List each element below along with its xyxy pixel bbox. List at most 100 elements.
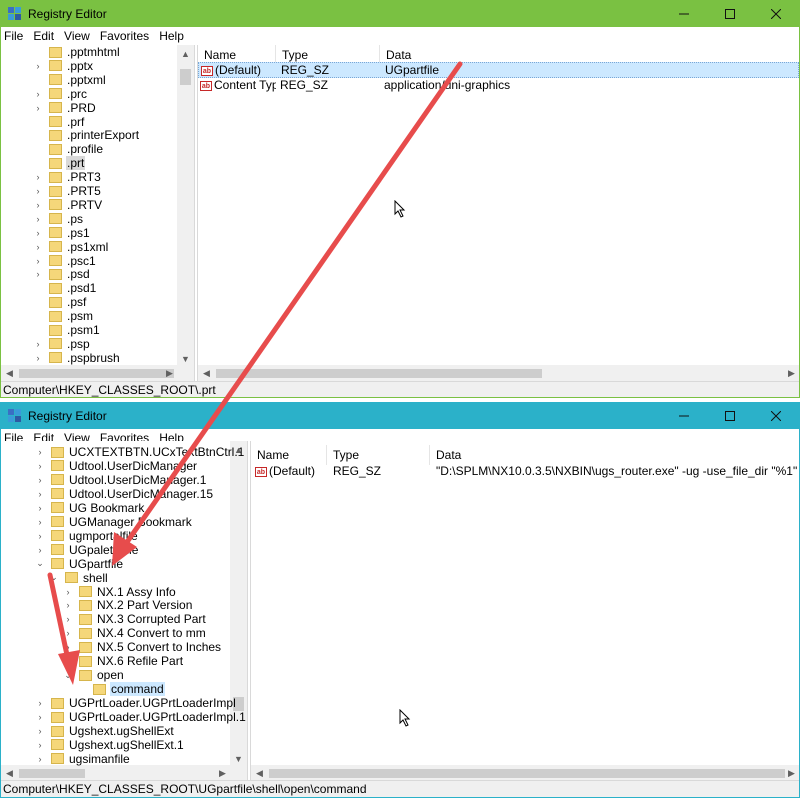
expand-arrow-icon[interactable]: ›	[35, 531, 45, 541]
expand-arrow-icon[interactable]: ›	[33, 103, 43, 113]
scroll-left-arrow[interactable]: ◀	[251, 765, 268, 780]
minimize-button[interactable]	[661, 1, 707, 27]
value-row[interactable]: ab (Default) REG_SZ "D:\SPLM\NX10.0.3.5\N…	[251, 463, 799, 479]
expand-arrow-icon[interactable]: ›	[35, 503, 45, 513]
tree-item[interactable]: .psf	[33, 295, 87, 309]
scroll-thumb[interactable]	[180, 69, 191, 85]
tree-item[interactable]: ⌄ UGpartfile	[35, 557, 124, 571]
tree-item[interactable]: .profile	[33, 142, 104, 156]
scroll-left-arrow[interactable]: ◀	[198, 365, 215, 381]
tree-item[interactable]: › Ugshext.ugShellExt.1	[35, 738, 185, 752]
collapse-arrow-icon[interactable]: ⌄	[49, 572, 59, 583]
scroll-left-arrow[interactable]: ◀	[1, 365, 18, 381]
tree-item[interactable]: › Udtool.UserDicManager.1	[35, 473, 207, 487]
title-bar[interactable]: Registry Editor	[1, 1, 799, 27]
tree-item[interactable]: › Ugshext.ugShellExt	[35, 724, 175, 738]
expand-arrow-icon[interactable]: ›	[63, 642, 73, 652]
scroll-thumb[interactable]	[269, 769, 785, 778]
tree-item[interactable]: › ugsimanfile	[35, 752, 131, 766]
menu-file[interactable]: File	[1, 27, 28, 45]
tree-item[interactable]: .pptxml	[33, 73, 107, 87]
column-type-header[interactable]: Type	[327, 445, 430, 465]
tree-item[interactable]: .psm	[33, 309, 94, 323]
tree-item[interactable]: › UGPrtLoader.UGPrtLoaderImpl	[35, 696, 237, 710]
expand-arrow-icon[interactable]: ›	[35, 712, 45, 722]
close-button[interactable]	[753, 1, 799, 27]
expand-arrow-icon[interactable]: ›	[33, 214, 43, 224]
title-bar[interactable]: Registry Editor	[1, 403, 799, 429]
scroll-left-arrow[interactable]: ◀	[1, 765, 18, 780]
values-horizontal-scrollbar[interactable]: ◀ ▶	[251, 765, 799, 780]
tree-item[interactable]: › UGpalettefile	[35, 543, 139, 557]
expand-arrow-icon[interactable]: ›	[63, 587, 73, 597]
tree-item[interactable]: ⌄ shell	[49, 571, 109, 585]
expand-arrow-icon[interactable]: ›	[33, 269, 43, 279]
tree-item[interactable]: › .PRD	[33, 101, 97, 115]
tree-item[interactable]: › NX.6 Refile Part	[63, 654, 184, 668]
expand-arrow-icon[interactable]: ›	[35, 461, 45, 471]
tree-item[interactable]: › .PRTV	[33, 198, 103, 212]
scroll-up-arrow[interactable]: ▲	[177, 45, 194, 62]
tree-item[interactable]: › .psc1	[33, 254, 97, 268]
values-horizontal-scrollbar[interactable]: ◀ ▶	[198, 365, 799, 381]
scroll-thumb[interactable]	[19, 369, 174, 378]
tree-item[interactable]: › .psp	[33, 337, 91, 351]
expand-arrow-icon[interactable]: ›	[35, 726, 45, 736]
close-button[interactable]	[753, 403, 799, 429]
expand-arrow-icon[interactable]: ›	[63, 628, 73, 638]
minimize-button[interactable]	[661, 403, 707, 429]
scroll-right-arrow[interactable]: ▶	[783, 765, 799, 780]
expand-arrow-icon[interactable]: ›	[33, 89, 43, 99]
expand-arrow-icon[interactable]: ›	[35, 754, 45, 764]
expand-arrow-icon[interactable]: ›	[35, 698, 45, 708]
tree-item[interactable]: › UG Bookmark	[35, 501, 145, 515]
expand-arrow-icon[interactable]: ›	[33, 172, 43, 182]
scroll-thumb[interactable]	[19, 769, 85, 778]
tree-item[interactable]: ⌄ open	[63, 668, 125, 682]
tree-item[interactable]: › Udtool.UserDicManager	[35, 459, 198, 473]
tree-item[interactable]: › .prc	[33, 87, 88, 101]
expand-arrow-icon[interactable]: ›	[33, 339, 43, 349]
tree-item[interactable]: .psd1	[33, 281, 97, 295]
tree-horizontal-scrollbar[interactable]: ◀ ▶	[1, 365, 194, 381]
expand-arrow-icon[interactable]: ›	[63, 614, 73, 624]
expand-arrow-icon[interactable]: ›	[35, 489, 45, 499]
tree-item[interactable]: › .ps1xml	[33, 240, 109, 254]
scroll-right-arrow[interactable]: ▶	[161, 365, 178, 381]
tree-vertical-scrollbar[interactable]: ▲ ▼	[177, 45, 194, 367]
expand-arrow-icon[interactable]: ›	[33, 228, 43, 238]
tree-item[interactable]: › UCXTEXTBTN.UCxTextBtnCtrl.1	[35, 445, 245, 459]
tree-item[interactable]: › .pspbrush	[33, 351, 121, 365]
column-name-header[interactable]: Name	[251, 445, 327, 465]
expand-arrow-icon[interactable]: ›	[35, 475, 45, 485]
tree-item[interactable]: .psm1	[33, 323, 101, 337]
expand-arrow-icon[interactable]: ›	[63, 600, 73, 610]
tree-item[interactable]: .prf	[33, 115, 85, 129]
expand-arrow-icon[interactable]: ›	[33, 256, 43, 266]
tree-item[interactable]: › NX.3 Corrupted Part	[63, 612, 207, 626]
expand-arrow-icon[interactable]: ›	[33, 61, 43, 71]
expand-arrow-icon[interactable]: ›	[35, 447, 45, 457]
tree-item[interactable]: › .PRT3	[33, 170, 102, 184]
tree-item[interactable]: › UGPrtLoader.UGPrtLoaderImpl.1	[35, 710, 247, 724]
expand-arrow-icon[interactable]: ›	[63, 656, 73, 666]
expand-arrow-icon[interactable]: ›	[33, 353, 43, 363]
tree-item[interactable]: .printerExport	[33, 128, 140, 142]
column-data-header[interactable]: Data	[430, 445, 799, 465]
tree-item[interactable]: › NX.5 Convert to Inches	[63, 640, 222, 654]
scroll-right-arrow[interactable]: ▶	[214, 765, 231, 780]
tree-item[interactable]: › Udtool.UserDicManager.15	[35, 487, 214, 501]
collapse-arrow-icon[interactable]: ⌄	[63, 670, 73, 681]
menu-view[interactable]: View	[59, 27, 95, 45]
tree-horizontal-scrollbar[interactable]: ◀ ▶	[1, 765, 247, 780]
expand-arrow-icon[interactable]: ›	[35, 740, 45, 750]
scroll-right-arrow[interactable]: ▶	[783, 365, 799, 381]
scroll-thumb[interactable]	[216, 369, 542, 378]
expand-arrow-icon[interactable]: ›	[33, 186, 43, 196]
maximize-button[interactable]	[707, 403, 753, 429]
value-row[interactable]: abContent Type REG_SZ application/uni-gr…	[198, 77, 799, 93]
expand-arrow-icon[interactable]: ›	[33, 242, 43, 252]
tree-item[interactable]: › NX.4 Convert to mm	[63, 626, 207, 640]
tree-item[interactable]: › NX.1 Assy Info	[63, 585, 177, 599]
tree-item[interactable]: › UGManager Bookmark	[35, 515, 193, 529]
